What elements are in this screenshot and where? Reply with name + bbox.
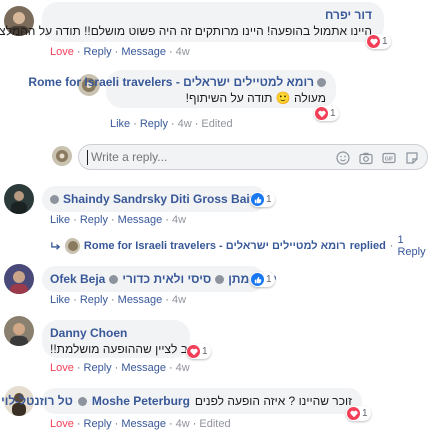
replies-verb: replied — [349, 240, 386, 252]
comment-author[interactable]: טל רוזנטל-לוי — [1, 394, 73, 408]
comment-author-2[interactable]: סיסי ולאית כדורי — [122, 272, 211, 286]
timestamp[interactable]: 4w — [172, 214, 186, 226]
svg-text:GIF: GIF — [385, 156, 393, 162]
message-link[interactable]: Message — [121, 362, 166, 374]
camera-icon[interactable] — [359, 151, 373, 165]
comment-actions: Love · Reply · Message · 4w — [50, 362, 190, 374]
edited-label[interactable]: Edited — [199, 418, 230, 430]
reaction-count[interactable]: 1 — [186, 344, 211, 359]
love-link[interactable]: Love — [50, 362, 74, 374]
verified-icon — [215, 274, 225, 284]
timestamp[interactable]: 4w — [172, 294, 186, 306]
sticker-icon[interactable] — [405, 151, 419, 165]
reply-input-box[interactable]: GIF — [78, 144, 428, 170]
emoji-icon[interactable] — [336, 151, 350, 165]
reply-link[interactable]: Reply — [84, 46, 112, 58]
text-cursor — [87, 150, 88, 165]
avatar — [65, 238, 80, 254]
reaction-count[interactable]: 1 — [346, 406, 371, 421]
comment-actions: Like · Reply · Message · 4w — [50, 294, 187, 306]
reply-arrow-icon — [51, 242, 61, 250]
timestamp[interactable]: 4w — [178, 118, 192, 130]
reaction-count[interactable]: 1 — [250, 192, 275, 207]
timestamp[interactable]: 4w — [176, 418, 190, 430]
comment-author-3[interactable]: Ofek Beja — [50, 272, 105, 286]
comment-actions: Like · Reply · Message · 4w — [50, 214, 187, 226]
like-link[interactable]: Like — [50, 214, 70, 226]
avatar[interactable] — [4, 264, 34, 294]
reaction-number: 1 — [382, 36, 388, 47]
reaction-number: 1 — [330, 108, 336, 119]
verified-icon — [317, 77, 326, 87]
comment-author-row: לילך מתן סיסי ולאית כדורי Ofek Beja — [50, 272, 277, 286]
like-link[interactable]: Like — [110, 118, 130, 130]
comment-actions: Love · Reply · Message · 4w — [50, 46, 190, 58]
verified-icon — [50, 194, 59, 204]
reaction-number: 1 — [266, 274, 272, 285]
comment-text: זוכר שהיינו ? איזה הופעה לפנים — [194, 394, 352, 408]
verified-icon — [109, 274, 119, 284]
reply-actions: Like · Reply · 4w · Edited — [110, 118, 233, 130]
love-link[interactable]: Love — [50, 46, 74, 58]
reaction-number: 1 — [202, 346, 208, 357]
reaction-number: 1 — [266, 194, 272, 205]
heart-icon — [187, 345, 200, 358]
reply-bubble: רומא למטיילים ישראלים - Rome for Israeli… — [28, 70, 336, 108]
comment-author-row: Shaindy Sandrsky Diti Gross Baitch — [50, 192, 268, 206]
message-link[interactable]: Message — [118, 214, 163, 226]
comment-content-row: זוכר שהיינו ? איזה הופעה לפנים Moshe Pet… — [1, 394, 352, 408]
reply-link[interactable]: Reply — [80, 214, 108, 226]
reaction-number: 1 — [362, 408, 368, 419]
comment-bubble: זוכר שהיינו ? איזה הופעה לפנים Moshe Pet… — [1, 388, 362, 414]
comment-bubble: Danny Choen חייב לציין שההופעה מושלמת!! — [42, 320, 202, 358]
replies-author[interactable]: רומא למטיילים ישראלים - Rome for Israeli… — [84, 240, 346, 252]
comment-author[interactable]: דור יפרח — [325, 8, 372, 22]
reply-link[interactable]: Reply — [84, 418, 112, 430]
comment-text: היינו אתמול בהופעה! היינו מרותקים זה היה… — [0, 24, 372, 38]
heart-icon — [347, 407, 360, 420]
reply-text: מעולה 🙂 תודה על השיתוף! — [185, 91, 326, 105]
avatar — [52, 146, 72, 166]
reply-link[interactable]: Reply — [80, 294, 108, 306]
edited-label[interactable]: Edited — [201, 118, 232, 130]
timestamp[interactable]: 4w — [176, 46, 190, 58]
comment-actions: Love · Reply · Message · 4w · Edited — [50, 418, 231, 430]
heart-icon — [315, 107, 328, 120]
replies-summary[interactable]: רומא למטיילים ישראלים - Rome for Israeli… — [50, 234, 432, 258]
heart-icon — [367, 35, 380, 48]
message-link[interactable]: Message — [121, 46, 166, 58]
reply-author[interactable]: רומא למטיילים ישראלים - Rome for Israeli… — [28, 75, 314, 89]
reply-link[interactable]: Reply — [140, 118, 168, 130]
avatar[interactable] — [4, 316, 34, 346]
reply-author-row: רומא למטיילים ישראלים - Rome for Israeli… — [28, 75, 326, 89]
timestamp[interactable]: 4w — [176, 362, 190, 374]
message-link[interactable]: Message — [121, 418, 166, 430]
comment-author[interactable]: Danny Choen — [50, 326, 127, 340]
comment-bubble: דור יפרח היינו אתמול בהופעה! היינו מרותק… — [0, 2, 384, 42]
comment-bubble: Shaindy Sandrsky Diti Gross Baitch — [42, 186, 268, 212]
comment-author[interactable]: Shaindy Sandrsky Diti Gross Baitch — [63, 192, 268, 206]
reaction-count[interactable]: 1 — [250, 272, 275, 287]
reply-link[interactable]: Reply — [84, 362, 112, 374]
gif-icon[interactable]: GIF — [382, 151, 396, 165]
message-link[interactable]: Message — [118, 294, 163, 306]
reaction-count[interactable]: 1 — [366, 34, 391, 49]
comment-text: חייב לציין שההופעה מושלמת!! — [50, 342, 202, 356]
verified-icon — [77, 396, 87, 406]
thumbs-up-icon — [251, 273, 264, 286]
like-link[interactable]: Like — [50, 294, 70, 306]
reaction-count[interactable]: 1 — [314, 106, 339, 121]
replies-count[interactable]: 1 Reply — [397, 234, 432, 258]
reply-tools: GIF — [336, 151, 419, 165]
thumbs-up-icon — [251, 193, 264, 206]
comment-bubble: לילך מתן סיסי ולאית כדורי Ofek Beja — [42, 266, 277, 292]
avatar[interactable] — [4, 184, 34, 214]
love-link[interactable]: Love — [50, 418, 74, 430]
reply-input[interactable] — [91, 145, 251, 169]
comment-author-2[interactable]: Moshe Peterburg — [92, 394, 190, 408]
